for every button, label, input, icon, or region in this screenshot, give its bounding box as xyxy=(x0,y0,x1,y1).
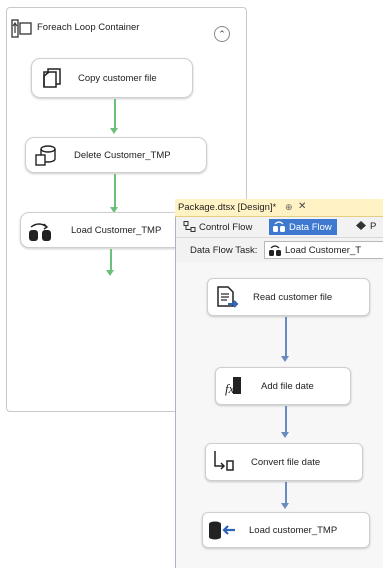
tab-label: P xyxy=(370,221,377,232)
component-label: Load customer_TMP xyxy=(249,525,338,536)
svg-text:fx: fx xyxy=(225,381,235,396)
sql-task-icon xyxy=(35,145,56,166)
precedence-constraint[interactable] xyxy=(107,249,113,276)
pin-icon[interactable]: ⊕ xyxy=(285,202,293,213)
tab-label: Data Flow xyxy=(289,222,332,233)
data-path[interactable] xyxy=(282,317,288,362)
task-label: Load Customer_TMP xyxy=(71,225,162,236)
data-flow-task-icon xyxy=(29,223,51,241)
component-convert-file-date[interactable]: Convert file date xyxy=(205,443,363,481)
copy-files-icon xyxy=(43,68,61,88)
component-add-file-date[interactable]: fx Add file date xyxy=(215,367,351,405)
data-flow-task-icon xyxy=(269,245,281,256)
tab-label: Control Flow xyxy=(199,222,253,233)
task-label: Delete Customer_TMP xyxy=(74,150,171,161)
task-label: Copy customer file xyxy=(78,73,157,84)
precedence-constraint[interactable] xyxy=(111,99,117,134)
close-icon[interactable]: ✕ xyxy=(298,201,306,212)
component-read-customer-file[interactable]: Read customer file xyxy=(207,278,370,316)
component-label: Convert file date xyxy=(251,457,321,468)
task-copy-customer-file[interactable]: Copy customer file xyxy=(31,58,193,98)
data-flow-task-value: Load Customer_T xyxy=(285,245,362,256)
task-load-customer-tmp[interactable]: Load Customer_TMP xyxy=(20,212,182,248)
component-load-customer-tmp[interactable]: Load customer_TMP xyxy=(202,512,370,548)
document-tab-title[interactable]: Package.dtsx [Design]* xyxy=(178,202,276,213)
data-path[interactable] xyxy=(282,406,288,438)
ole-db-destination-icon xyxy=(209,521,235,540)
container-title: Foreach Loop Container xyxy=(37,22,140,33)
task-delete-customer-tmp[interactable]: Delete Customer_TMP xyxy=(25,137,207,173)
tab-parameters[interactable]: P xyxy=(355,220,376,232)
data-flow-task-label: Data Flow Task: xyxy=(190,245,258,256)
data-path[interactable] xyxy=(282,482,288,509)
foreach-loop-icon xyxy=(11,19,32,38)
parameters-icon xyxy=(356,221,366,230)
derived-column-icon: fx xyxy=(225,377,241,396)
flat-file-source-icon xyxy=(217,286,239,308)
component-label: Read customer file xyxy=(253,292,333,303)
collapse-button[interactable]: ⌃ xyxy=(214,26,230,42)
component-label: Add file date xyxy=(261,381,314,392)
data-conversion-icon xyxy=(214,451,234,471)
tab-data-flow[interactable]: Data Flow xyxy=(269,219,337,235)
precedence-constraint[interactable] xyxy=(111,174,117,213)
control-flow-icon xyxy=(183,221,196,232)
tab-control-flow[interactable]: Control Flow xyxy=(180,220,255,237)
data-flow-icon xyxy=(273,221,285,232)
